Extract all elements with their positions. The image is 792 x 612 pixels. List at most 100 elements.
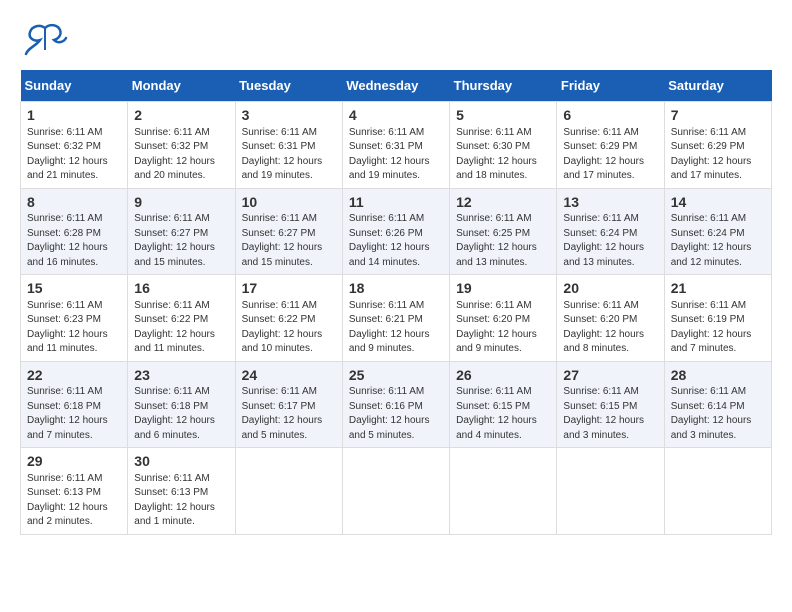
day-number: 7 bbox=[671, 106, 765, 126]
calendar-cell: 29Sunrise: 6:11 AMSunset: 6:13 PMDayligh… bbox=[21, 448, 128, 535]
calendar-cell: 17Sunrise: 6:11 AMSunset: 6:22 PMDayligh… bbox=[235, 275, 342, 362]
day-info: Sunrise: 6:11 AMSunset: 6:18 PMDaylight:… bbox=[134, 385, 228, 443]
calendar-cell: 2Sunrise: 6:11 AMSunset: 6:32 PMDaylight… bbox=[128, 102, 235, 189]
calendar-cell bbox=[557, 448, 664, 535]
day-number: 22 bbox=[27, 366, 121, 386]
day-number: 14 bbox=[671, 193, 765, 213]
header-friday: Friday bbox=[557, 70, 664, 102]
day-info: Sunrise: 6:11 AMSunset: 6:18 PMDaylight:… bbox=[27, 385, 121, 443]
day-number: 9 bbox=[134, 193, 228, 213]
calendar-cell: 7Sunrise: 6:11 AMSunset: 6:29 PMDaylight… bbox=[664, 102, 771, 189]
calendar-cell bbox=[664, 448, 771, 535]
day-number: 29 bbox=[27, 452, 121, 472]
day-info: Sunrise: 6:11 AMSunset: 6:27 PMDaylight:… bbox=[134, 212, 228, 270]
day-number: 2 bbox=[134, 106, 228, 126]
calendar-cell: 24Sunrise: 6:11 AMSunset: 6:17 PMDayligh… bbox=[235, 361, 342, 448]
day-info: Sunrise: 6:11 AMSunset: 6:25 PMDaylight:… bbox=[456, 212, 550, 270]
page-header bbox=[20, 20, 772, 60]
header-thursday: Thursday bbox=[450, 70, 557, 102]
day-info: Sunrise: 6:11 AMSunset: 6:32 PMDaylight:… bbox=[134, 126, 228, 184]
day-number: 10 bbox=[242, 193, 336, 213]
day-number: 27 bbox=[563, 366, 657, 386]
day-info: Sunrise: 6:11 AMSunset: 6:16 PMDaylight:… bbox=[349, 385, 443, 443]
day-info: Sunrise: 6:11 AMSunset: 6:15 PMDaylight:… bbox=[563, 385, 657, 443]
header-sunday: Sunday bbox=[21, 70, 128, 102]
week-row-3: 15Sunrise: 6:11 AMSunset: 6:23 PMDayligh… bbox=[21, 275, 772, 362]
calendar-cell: 12Sunrise: 6:11 AMSunset: 6:25 PMDayligh… bbox=[450, 188, 557, 275]
day-info: Sunrise: 6:11 AMSunset: 6:22 PMDaylight:… bbox=[134, 299, 228, 357]
calendar-cell: 11Sunrise: 6:11 AMSunset: 6:26 PMDayligh… bbox=[342, 188, 449, 275]
day-number: 30 bbox=[134, 452, 228, 472]
calendar-cell: 19Sunrise: 6:11 AMSunset: 6:20 PMDayligh… bbox=[450, 275, 557, 362]
calendar-cell: 10Sunrise: 6:11 AMSunset: 6:27 PMDayligh… bbox=[235, 188, 342, 275]
day-number: 6 bbox=[563, 106, 657, 126]
calendar-cell: 21Sunrise: 6:11 AMSunset: 6:19 PMDayligh… bbox=[664, 275, 771, 362]
header-monday: Monday bbox=[128, 70, 235, 102]
day-info: Sunrise: 6:11 AMSunset: 6:32 PMDaylight:… bbox=[27, 126, 121, 184]
day-number: 17 bbox=[242, 279, 336, 299]
day-info: Sunrise: 6:11 AMSunset: 6:15 PMDaylight:… bbox=[456, 385, 550, 443]
day-number: 23 bbox=[134, 366, 228, 386]
day-info: Sunrise: 6:11 AMSunset: 6:20 PMDaylight:… bbox=[563, 299, 657, 357]
day-number: 24 bbox=[242, 366, 336, 386]
day-info: Sunrise: 6:11 AMSunset: 6:23 PMDaylight:… bbox=[27, 299, 121, 357]
day-info: Sunrise: 6:11 AMSunset: 6:19 PMDaylight:… bbox=[671, 299, 765, 357]
calendar-cell: 26Sunrise: 6:11 AMSunset: 6:15 PMDayligh… bbox=[450, 361, 557, 448]
calendar-cell: 27Sunrise: 6:11 AMSunset: 6:15 PMDayligh… bbox=[557, 361, 664, 448]
day-number: 1 bbox=[27, 106, 121, 126]
day-number: 12 bbox=[456, 193, 550, 213]
day-number: 26 bbox=[456, 366, 550, 386]
day-number: 8 bbox=[27, 193, 121, 213]
calendar-cell: 16Sunrise: 6:11 AMSunset: 6:22 PMDayligh… bbox=[128, 275, 235, 362]
calendar-cell bbox=[450, 448, 557, 535]
calendar-cell: 9Sunrise: 6:11 AMSunset: 6:27 PMDaylight… bbox=[128, 188, 235, 275]
day-info: Sunrise: 6:11 AMSunset: 6:28 PMDaylight:… bbox=[27, 212, 121, 270]
day-info: Sunrise: 6:11 AMSunset: 6:21 PMDaylight:… bbox=[349, 299, 443, 357]
day-number: 28 bbox=[671, 366, 765, 386]
header-saturday: Saturday bbox=[664, 70, 771, 102]
day-info: Sunrise: 6:11 AMSunset: 6:24 PMDaylight:… bbox=[671, 212, 765, 270]
week-row-1: 1Sunrise: 6:11 AMSunset: 6:32 PMDaylight… bbox=[21, 102, 772, 189]
calendar-cell: 14Sunrise: 6:11 AMSunset: 6:24 PMDayligh… bbox=[664, 188, 771, 275]
calendar-cell: 13Sunrise: 6:11 AMSunset: 6:24 PMDayligh… bbox=[557, 188, 664, 275]
day-number: 19 bbox=[456, 279, 550, 299]
calendar-cell: 6Sunrise: 6:11 AMSunset: 6:29 PMDaylight… bbox=[557, 102, 664, 189]
day-number: 13 bbox=[563, 193, 657, 213]
calendar-cell: 1Sunrise: 6:11 AMSunset: 6:32 PMDaylight… bbox=[21, 102, 128, 189]
calendar-cell: 18Sunrise: 6:11 AMSunset: 6:21 PMDayligh… bbox=[342, 275, 449, 362]
day-info: Sunrise: 6:11 AMSunset: 6:22 PMDaylight:… bbox=[242, 299, 336, 357]
calendar-cell bbox=[235, 448, 342, 535]
day-info: Sunrise: 6:11 AMSunset: 6:14 PMDaylight:… bbox=[671, 385, 765, 443]
calendar-cell: 15Sunrise: 6:11 AMSunset: 6:23 PMDayligh… bbox=[21, 275, 128, 362]
week-row-5: 29Sunrise: 6:11 AMSunset: 6:13 PMDayligh… bbox=[21, 448, 772, 535]
day-info: Sunrise: 6:11 AMSunset: 6:29 PMDaylight:… bbox=[671, 126, 765, 184]
calendar-cell bbox=[342, 448, 449, 535]
week-row-2: 8Sunrise: 6:11 AMSunset: 6:28 PMDaylight… bbox=[21, 188, 772, 275]
calendar-cell: 23Sunrise: 6:11 AMSunset: 6:18 PMDayligh… bbox=[128, 361, 235, 448]
calendar-cell: 30Sunrise: 6:11 AMSunset: 6:13 PMDayligh… bbox=[128, 448, 235, 535]
calendar-cell: 22Sunrise: 6:11 AMSunset: 6:18 PMDayligh… bbox=[21, 361, 128, 448]
day-info: Sunrise: 6:11 AMSunset: 6:20 PMDaylight:… bbox=[456, 299, 550, 357]
day-info: Sunrise: 6:11 AMSunset: 6:24 PMDaylight:… bbox=[563, 212, 657, 270]
day-number: 4 bbox=[349, 106, 443, 126]
week-row-4: 22Sunrise: 6:11 AMSunset: 6:18 PMDayligh… bbox=[21, 361, 772, 448]
day-info: Sunrise: 6:11 AMSunset: 6:13 PMDaylight:… bbox=[27, 472, 121, 530]
day-info: Sunrise: 6:11 AMSunset: 6:30 PMDaylight:… bbox=[456, 126, 550, 184]
day-number: 15 bbox=[27, 279, 121, 299]
calendar-cell: 5Sunrise: 6:11 AMSunset: 6:30 PMDaylight… bbox=[450, 102, 557, 189]
day-number: 18 bbox=[349, 279, 443, 299]
day-number: 21 bbox=[671, 279, 765, 299]
calendar-cell: 8Sunrise: 6:11 AMSunset: 6:28 PMDaylight… bbox=[21, 188, 128, 275]
calendar-cell: 25Sunrise: 6:11 AMSunset: 6:16 PMDayligh… bbox=[342, 361, 449, 448]
day-info: Sunrise: 6:11 AMSunset: 6:13 PMDaylight:… bbox=[134, 472, 228, 530]
day-info: Sunrise: 6:11 AMSunset: 6:29 PMDaylight:… bbox=[563, 126, 657, 184]
logo-icon bbox=[20, 20, 70, 60]
calendar-cell: 20Sunrise: 6:11 AMSunset: 6:20 PMDayligh… bbox=[557, 275, 664, 362]
day-info: Sunrise: 6:11 AMSunset: 6:17 PMDaylight:… bbox=[242, 385, 336, 443]
day-number: 3 bbox=[242, 106, 336, 126]
day-number: 16 bbox=[134, 279, 228, 299]
day-number: 11 bbox=[349, 193, 443, 213]
header-wednesday: Wednesday bbox=[342, 70, 449, 102]
day-info: Sunrise: 6:11 AMSunset: 6:31 PMDaylight:… bbox=[242, 126, 336, 184]
day-number: 20 bbox=[563, 279, 657, 299]
